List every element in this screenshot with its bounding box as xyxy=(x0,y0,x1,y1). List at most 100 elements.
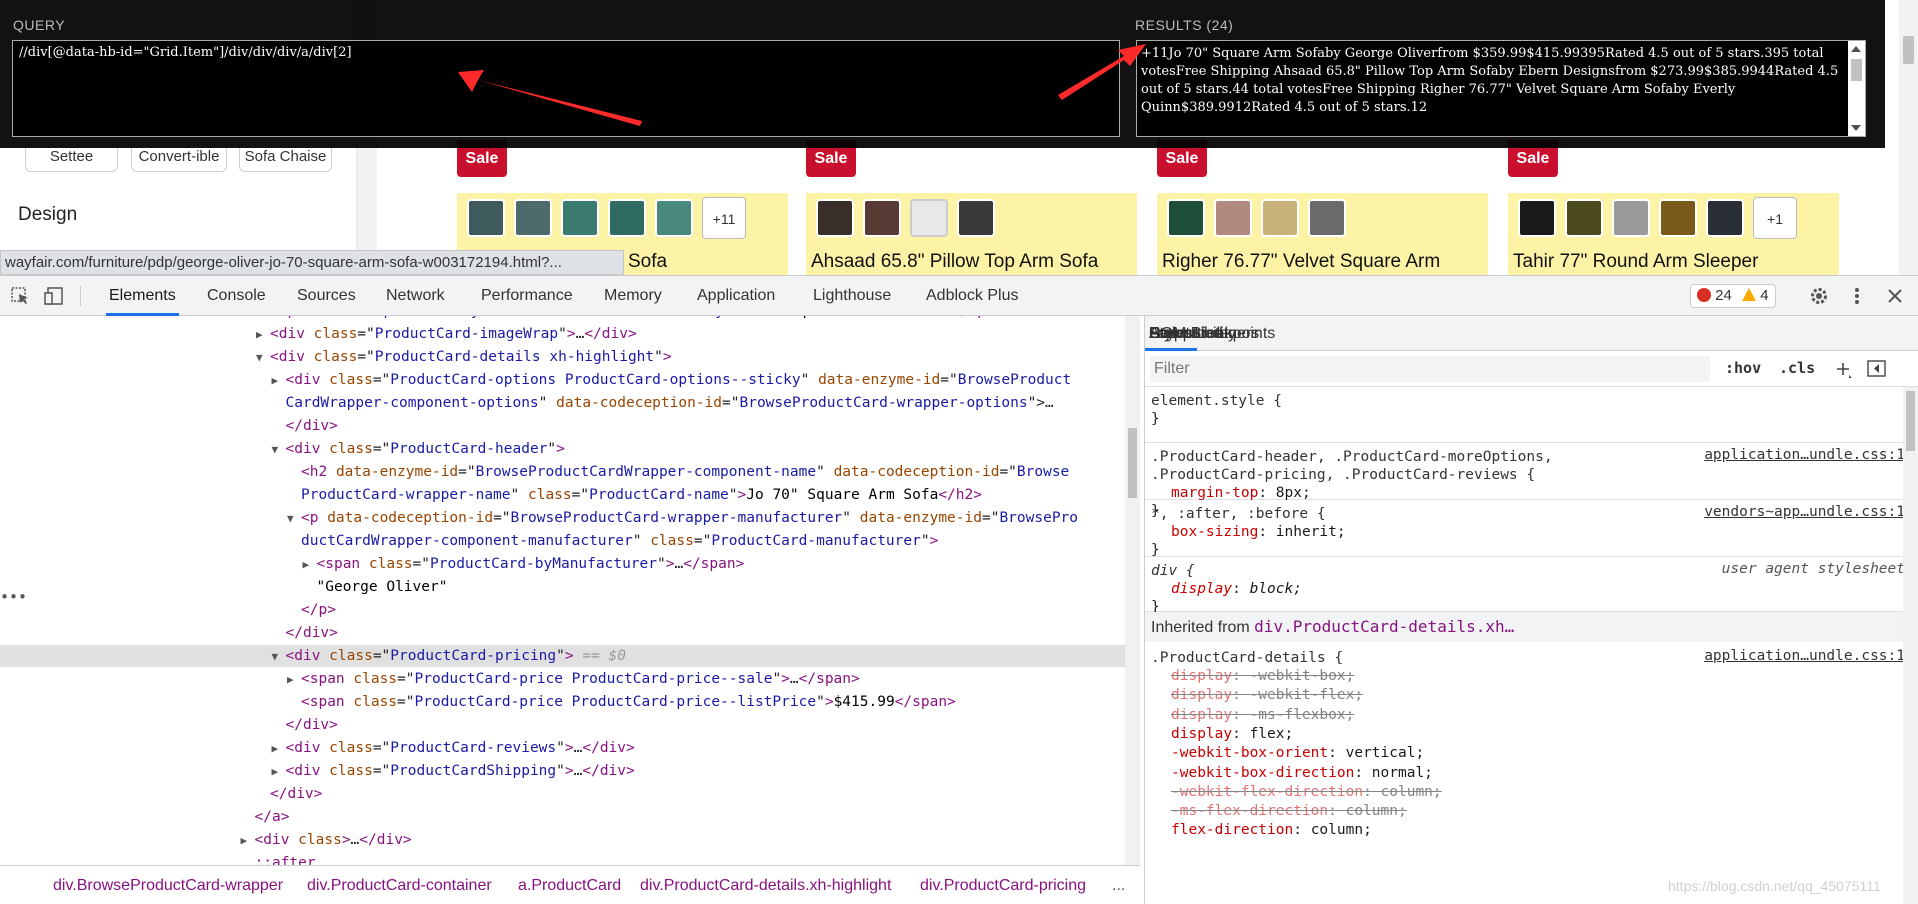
issues-counter[interactable]: 24 4 xyxy=(1690,284,1776,308)
color-swatch[interactable] xyxy=(561,199,599,237)
scroll-up-arrow-icon[interactable] xyxy=(1851,46,1861,52)
rule-source-link[interactable]: vendors~app…undle.css:1 xyxy=(1704,504,1905,520)
css-declaration[interactable]: flex-direction: column; xyxy=(1171,820,1372,840)
tab-lighthouse[interactable]: Lighthouse xyxy=(810,276,894,316)
css-declaration[interactable]: -ms-flex-direction: column; xyxy=(1171,801,1407,821)
results-scrollbar-thumb[interactable] xyxy=(1851,59,1862,81)
product-name-link[interactable]: Tahir 77" Round Arm Sleeper xyxy=(1513,251,1758,273)
inspect-element-icon[interactable] xyxy=(10,286,32,306)
styles-filter-input[interactable] xyxy=(1150,356,1710,382)
rule-selector[interactable]: *, :after, :before { xyxy=(1151,504,1326,524)
dom-node-line[interactable]: ▶ <div class>…</div> xyxy=(0,829,1125,851)
css-declaration[interactable]: -webkit-flex-direction: column; xyxy=(1171,782,1442,802)
color-swatch[interactable] xyxy=(1308,199,1346,237)
page-scrollbar-thumb[interactable] xyxy=(1903,36,1914,64)
rule-selector[interactable]: .ProductCard-pricing, .ProductCard-revie… xyxy=(1151,465,1535,485)
dom-node-line[interactable]: ▶ <div class="ProductCardShipping">…</div… xyxy=(0,760,1125,782)
dom-node-line[interactable]: "George Oliver" xyxy=(0,576,1125,598)
dom-node-line[interactable]: ▶ <span class="ProductCard-byManufacturer… xyxy=(0,553,1125,575)
css-declaration[interactable]: display: flex; xyxy=(1171,724,1293,744)
color-swatch[interactable] xyxy=(1612,199,1650,237)
css-declaration[interactable]: -webkit-box-orient: vertical; xyxy=(1171,743,1424,763)
tab-elements[interactable]: Elements xyxy=(106,276,179,316)
css-declaration[interactable]: -webkit-box-direction: normal; xyxy=(1171,763,1433,783)
breadcrumb-item[interactable]: a.ProductCard xyxy=(518,877,621,895)
rule-source-link[interactable]: application…undle.css:1 xyxy=(1704,447,1905,463)
rule-selector[interactable]: div { xyxy=(1151,561,1195,581)
color-swatch[interactable] xyxy=(655,199,693,237)
color-swatch[interactable] xyxy=(514,199,552,237)
cls-toggle[interactable]: .cls xyxy=(1779,359,1815,377)
color-swatch[interactable] xyxy=(863,199,901,237)
page-scrollbar[interactable] xyxy=(1899,0,1918,275)
dom-node-line[interactable]: </p> xyxy=(0,599,1125,621)
breadcrumb-item[interactable]: div.ProductCard-pricing xyxy=(920,877,1086,895)
elements-scrollbar[interactable] xyxy=(1125,316,1140,865)
product-name-link[interactable]: Sofa xyxy=(628,251,667,273)
toggle-computed-sidebar-icon[interactable] xyxy=(1867,360,1887,378)
rule-selector[interactable]: element.style { xyxy=(1151,391,1282,411)
tab-network[interactable]: Network xyxy=(383,276,448,316)
dom-node-line[interactable]: ▶ <span class="ProductCard-price ProductC… xyxy=(0,668,1125,690)
dom-node-line[interactable]: ::after xyxy=(0,852,1125,865)
hov-toggle[interactable]: :hov xyxy=(1725,359,1761,377)
color-swatch[interactable] xyxy=(608,199,646,237)
dom-node-line[interactable]: <span class="ProductCard-price ProductCa… xyxy=(0,691,1125,713)
elements-scrollbar-thumb[interactable] xyxy=(1128,428,1137,498)
dom-node-line[interactable]: ▼ <div class="ProductCard-header"> xyxy=(0,438,1125,460)
selected-node-ellipsis[interactable]: ••• xyxy=(0,588,27,606)
dom-node-line[interactable]: CardWrapper-component-options" data-code… xyxy=(0,392,1125,414)
dom-node-line[interactable]: ▼ <div class="ProductCard-details xh-high… xyxy=(0,346,1125,368)
color-swatch[interactable] xyxy=(1565,199,1603,237)
tab-application[interactable]: Application xyxy=(694,276,778,316)
color-swatch[interactable] xyxy=(1518,199,1556,237)
color-swatch[interactable] xyxy=(1659,199,1697,237)
tab-adblock-plus[interactable]: Adblock Plus xyxy=(923,276,1022,316)
dom-node-line[interactable]: </a> xyxy=(0,806,1125,828)
settings-gear-icon[interactable] xyxy=(1808,286,1830,306)
css-declaration[interactable]: display: block; xyxy=(1171,579,1302,599)
rule-source-link[interactable]: application…undle.css:1 xyxy=(1704,648,1905,664)
dom-node-line[interactable]: <span class="pl-VisuallyHidden" data-hb-… xyxy=(0,316,1125,322)
product-name-link[interactable]: Righer 76.77" Velvet Square Arm xyxy=(1162,251,1440,273)
breadcrumb-item[interactable]: div.BrowseProductCard-wrapper xyxy=(53,877,283,895)
color-swatch[interactable] xyxy=(1706,199,1744,237)
breadcrumb-more[interactable]: ... xyxy=(1112,877,1125,895)
dom-node-line[interactable]: ▶ <div class="ProductCard-imageWrap">…</d… xyxy=(0,323,1125,345)
product-name-link[interactable]: Ahsaad 65.8" Pillow Top Arm Sofa xyxy=(811,251,1098,273)
css-declaration[interactable]: display: -webkit-box; xyxy=(1171,666,1354,686)
tab-memory[interactable]: Memory xyxy=(601,276,665,316)
dom-node-line[interactable]: </div> xyxy=(0,415,1125,437)
tab-console[interactable]: Console xyxy=(204,276,269,316)
inherited-from-link[interactable]: div.ProductCard-details.xh… xyxy=(1254,617,1514,636)
color-swatch[interactable] xyxy=(910,199,948,237)
more-swatches-button[interactable]: +11 xyxy=(702,197,746,239)
breadcrumb-item[interactable]: div.ProductCard-container xyxy=(307,877,492,895)
sidebar-tab-accessibility[interactable]: Accessibility xyxy=(1145,316,1240,351)
styles-scrollbar[interactable] xyxy=(1903,387,1918,904)
breadcrumb-item[interactable]: div.ProductCard-details.xh-highlight xyxy=(640,877,891,895)
more-swatches-button[interactable]: +1 xyxy=(1753,197,1797,239)
dom-node-line[interactable]: ductCardWrapper-component-manufacturer" … xyxy=(0,530,1125,552)
xpath-results-output[interactable]: +11Jo 70" Square Arm Sofaby George Olive… xyxy=(1136,40,1866,137)
device-toolbar-icon[interactable] xyxy=(44,286,66,306)
dom-node-line[interactable]: ▶ <div class="ProductCard-options Product… xyxy=(0,369,1125,391)
dom-node-line[interactable]: ▼ <div class="ProductCard-pricing"> == $0 xyxy=(0,645,1125,667)
xpath-query-input[interactable]: //div[@data-hb-id="Grid.Item"]/div/div/d… xyxy=(12,40,1120,137)
more-options-kebab-icon[interactable] xyxy=(1846,286,1868,306)
dom-node-line[interactable]: </div> xyxy=(0,783,1125,805)
dom-node-line[interactable]: </div> xyxy=(0,714,1125,736)
color-swatch[interactable] xyxy=(1167,199,1205,237)
css-declaration[interactable]: display: -webkit-flex; xyxy=(1171,685,1363,705)
css-declaration[interactable]: display: -ms-flexbox; xyxy=(1171,705,1354,725)
color-swatch[interactable] xyxy=(1261,199,1299,237)
dom-node-line[interactable]: ProductCard-wrapper-name" class="Product… xyxy=(0,484,1125,506)
color-swatch[interactable] xyxy=(816,199,854,237)
color-swatch[interactable] xyxy=(1214,199,1252,237)
new-style-rule-plus-icon[interactable] xyxy=(1835,361,1853,379)
dom-node-line[interactable]: ▶ <div class="ProductCard-reviews">…</div… xyxy=(0,737,1125,759)
color-swatch[interactable] xyxy=(467,199,505,237)
scroll-down-arrow-icon[interactable] xyxy=(1851,125,1861,131)
dom-node-line[interactable]: ▼ <p data-codeception-id="BrowseProductCa… xyxy=(0,507,1125,529)
styles-scrollbar-thumb[interactable] xyxy=(1906,391,1915,451)
